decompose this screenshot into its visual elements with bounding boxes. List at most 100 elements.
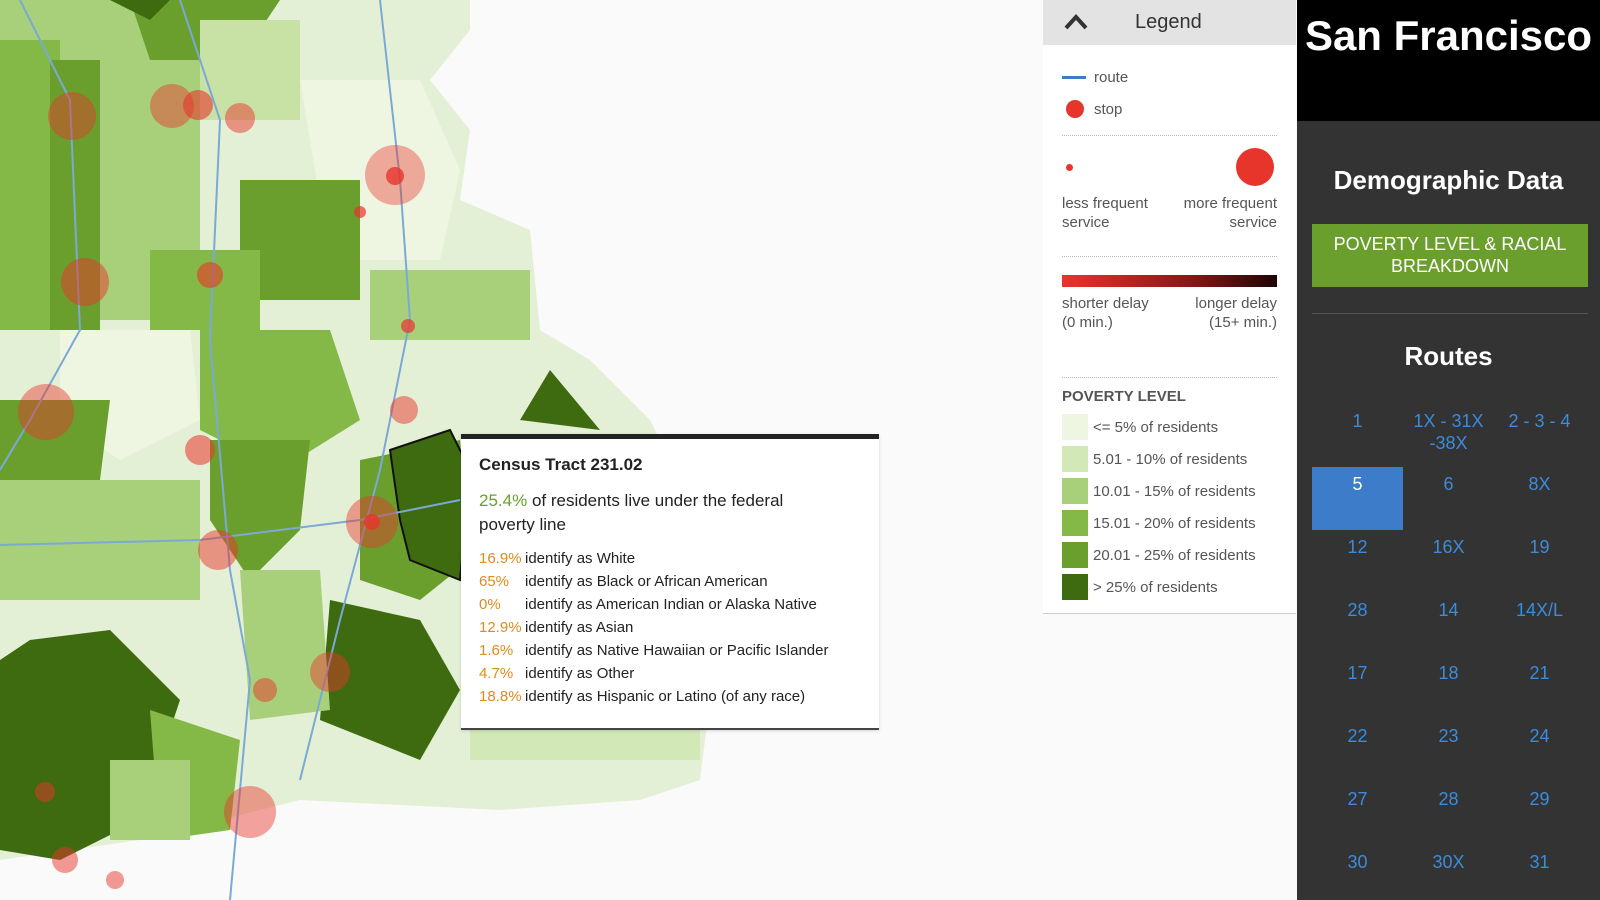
- stop-marker[interactable]: [185, 435, 215, 465]
- poverty-level-item: 15.01 - 20% of residents: [1062, 507, 1277, 539]
- race-row: 18.8% identify as Hispanic or Latino (of …: [479, 685, 861, 708]
- route-button[interactable]: 2 - 3 - 4: [1494, 404, 1585, 467]
- route-button[interactable]: 5: [1312, 467, 1403, 530]
- race-percent: 0%: [479, 596, 501, 613]
- poverty-level-label: <= 5% of residents: [1093, 418, 1219, 436]
- route-button[interactable]: 30X: [1403, 845, 1494, 900]
- route-button[interactable]: 21: [1494, 656, 1585, 719]
- route-button[interactable]: 1X - 31X -38X: [1403, 404, 1494, 467]
- poverty-swatch: [1062, 446, 1088, 472]
- route-button[interactable]: 17: [1312, 656, 1403, 719]
- route-line-icon: [1062, 75, 1086, 79]
- poverty-level-item: > 25% of residents: [1062, 571, 1277, 603]
- poverty-level-item: <= 5% of residents: [1062, 411, 1277, 443]
- longer-delay-label: longer delay (15+ min.): [1195, 295, 1277, 331]
- poverty-headline: 25.4% of residents live under the federa…: [479, 489, 819, 537]
- stop-marker[interactable]: [401, 319, 415, 333]
- stop-marker[interactable]: [386, 167, 404, 185]
- race-percent: 16.9%: [479, 550, 522, 567]
- route-button[interactable]: 28: [1403, 782, 1494, 845]
- race-percent: 12.9%: [479, 619, 522, 636]
- poverty-level-list: <= 5% of residents 5.01 - 10% of resident…: [1062, 411, 1277, 603]
- poverty-level-item: 20.01 - 25% of residents: [1062, 539, 1277, 571]
- tract: [240, 570, 330, 720]
- route-button[interactable]: 28: [1312, 593, 1403, 656]
- shorter-delay-label: shorter delay (0 min.): [1062, 295, 1149, 331]
- route-button[interactable]: 18: [1403, 656, 1494, 719]
- race-row: 12.9% identify as Asian: [479, 616, 861, 639]
- stop-marker[interactable]: [48, 92, 96, 140]
- race-label: identify as Asian: [525, 619, 634, 636]
- poverty-level-label: 15.01 - 20% of residents: [1093, 514, 1256, 532]
- stop-marker[interactable]: [390, 396, 418, 424]
- divider: [1062, 135, 1277, 136]
- route-button[interactable]: 14: [1403, 593, 1494, 656]
- stop-marker[interactable]: [354, 206, 366, 218]
- route-button[interactable]: 27: [1312, 782, 1403, 845]
- route-button[interactable]: 31: [1494, 845, 1585, 900]
- more-frequent-label: more frequent service: [1183, 195, 1277, 231]
- poverty-swatch: [1062, 542, 1088, 568]
- race-percent: 1.6%: [479, 642, 514, 659]
- race-percent: 18.8%: [479, 688, 522, 705]
- stop-marker[interactable]: [253, 678, 277, 702]
- stop-marker[interactable]: [52, 847, 78, 873]
- poverty-racial-button[interactable]: POVERTY LEVEL & RACIAL BREAKDOWN: [1312, 224, 1588, 287]
- legend-header[interactable]: Legend: [1043, 0, 1296, 45]
- stop-marker[interactable]: [310, 652, 350, 692]
- route-button[interactable]: 1: [1312, 404, 1403, 467]
- poverty-swatch: [1062, 574, 1088, 600]
- race-label: identify as American Indian or Alaska Na…: [525, 596, 817, 613]
- race-label: identify as Other: [525, 665, 635, 682]
- race-label: identify as Native Hawaiian or Pacific I…: [525, 642, 829, 659]
- race-row: 65% identify as Black or African American: [479, 570, 861, 593]
- route-button[interactable]: 23: [1403, 719, 1494, 782]
- chevron-up-icon[interactable]: [1063, 12, 1089, 32]
- stop-marker[interactable]: [61, 258, 109, 306]
- city-title: San Francisco: [1297, 0, 1600, 121]
- route-button[interactable]: 14X/L: [1494, 593, 1585, 656]
- divider: [1062, 256, 1277, 257]
- stop-marker[interactable]: [106, 871, 124, 889]
- stop-marker[interactable]: [183, 90, 213, 120]
- sidebar-panel: San Francisco Demographic Data POVERTY L…: [1297, 0, 1600, 900]
- race-label: identify as Hispanic or Latino (of any r…: [525, 688, 806, 705]
- less-frequent-label: less frequent service: [1062, 195, 1148, 231]
- tract: [370, 270, 530, 340]
- route-button[interactable]: 29: [1494, 782, 1585, 845]
- legend-stop: stop: [1062, 93, 1277, 125]
- route-button[interactable]: 8X: [1494, 467, 1585, 530]
- routes-heading: Routes: [1404, 341, 1493, 371]
- stop-marker[interactable]: [224, 786, 276, 838]
- demographic-data-heading: Demographic Data: [1333, 165, 1564, 195]
- divider: [1312, 313, 1588, 314]
- race-row: 1.6% identify as Native Hawaiian or Pacif…: [479, 639, 861, 662]
- route-button[interactable]: 30: [1312, 845, 1403, 900]
- legend-route: route: [1062, 61, 1277, 93]
- route-button[interactable]: 24: [1494, 719, 1585, 782]
- stop-marker[interactable]: [198, 530, 238, 570]
- route-button[interactable]: 19: [1494, 530, 1585, 593]
- race-row: 4.7% identify as Other: [479, 662, 861, 685]
- poverty-swatch: [1062, 478, 1088, 504]
- poverty-level-label: > 25% of residents: [1093, 578, 1218, 596]
- stop-marker[interactable]: [35, 782, 55, 802]
- legend-title: Legend: [1135, 11, 1202, 33]
- route-button[interactable]: 12: [1312, 530, 1403, 593]
- route-button[interactable]: 16X: [1403, 530, 1494, 593]
- tract: [110, 760, 190, 840]
- tooltip-title: Census Tract 231.02: [479, 455, 643, 474]
- tract: [150, 250, 260, 330]
- route-button[interactable]: 6: [1403, 467, 1494, 530]
- stop-dot-icon: [1066, 100, 1084, 118]
- large-dot-icon: [1236, 148, 1274, 186]
- race-row: 0% identify as American Indian or Alaska …: [479, 593, 861, 616]
- poverty-swatch: [1062, 414, 1088, 440]
- stop-marker[interactable]: [18, 384, 74, 440]
- stop-marker[interactable]: [197, 262, 223, 288]
- race-percent: 65%: [479, 573, 510, 590]
- route-button[interactable]: 22: [1312, 719, 1403, 782]
- poverty-level-item: 10.01 - 15% of residents: [1062, 475, 1277, 507]
- stop-marker[interactable]: [364, 514, 380, 530]
- stop-marker[interactable]: [225, 103, 255, 133]
